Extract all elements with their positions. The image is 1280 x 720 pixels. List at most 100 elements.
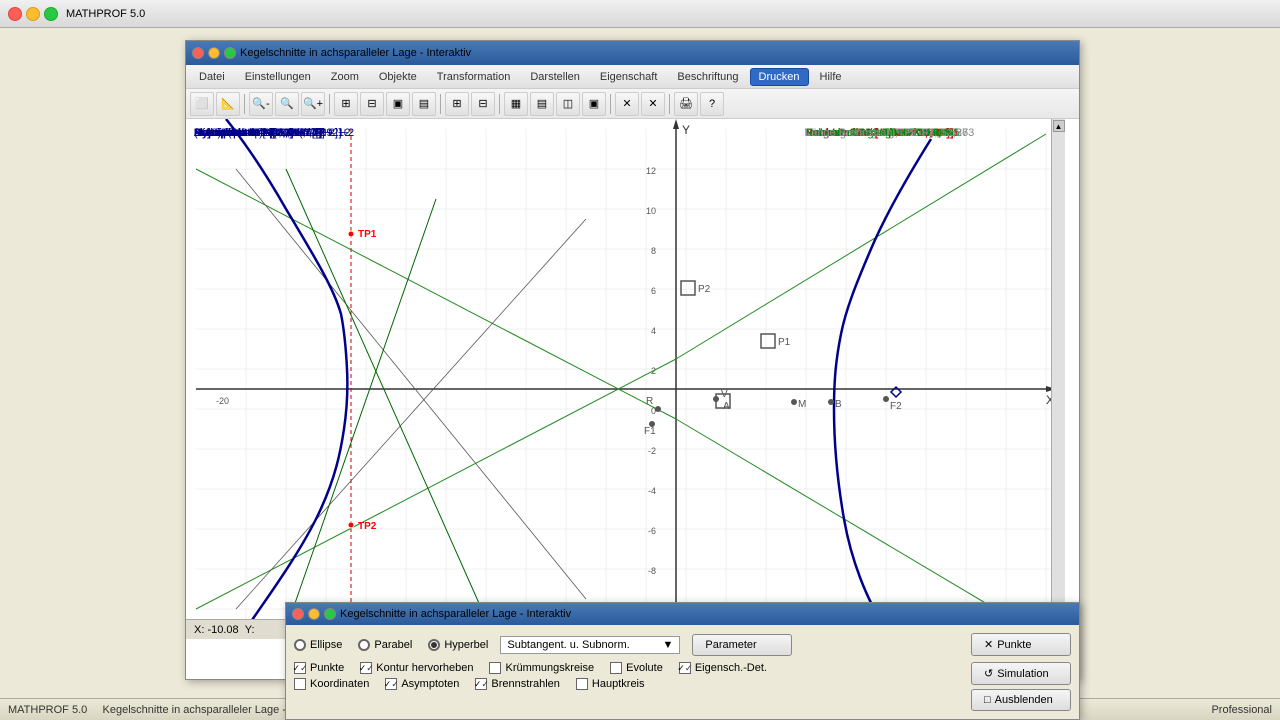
parameter-button[interactable]: Parameter: [692, 634, 792, 656]
svg-text:-4: -4: [648, 486, 656, 496]
ausblenden-button[interactable]: □ Ausblenden: [971, 689, 1071, 711]
cb-asymptoten-box: ✓: [385, 678, 397, 690]
cb-kruemmung[interactable]: Krümmungskreise: [489, 662, 594, 674]
main-min-btn[interactable]: [208, 47, 220, 59]
main-max-btn[interactable]: [224, 47, 236, 59]
cb-koordinaten[interactable]: Koordinaten: [294, 678, 369, 690]
tool-b10[interactable]: ▣: [582, 92, 606, 116]
cb-evolute[interactable]: Evolute: [610, 662, 663, 674]
svg-text:6: 6: [651, 286, 656, 296]
sep3: [440, 94, 441, 114]
cb-kontur[interactable]: ✓ Kontur hervorheben: [360, 662, 473, 674]
main-title-text: Kegelschnitte in achsparalleler Lage - I…: [240, 47, 471, 59]
close-btn[interactable]: [8, 7, 22, 21]
menu-eigenschaft[interactable]: Eigenschaft: [591, 68, 666, 86]
dialog-min-btn[interactable]: [308, 608, 320, 620]
bottom-dialog: Kegelschnitte in achsparalleler Lage - I…: [285, 602, 1080, 720]
radio-row: Ellipse Parabel Hyperbel: [294, 639, 488, 651]
status-app: MATHPROF 5.0: [8, 704, 87, 716]
simulation-button[interactable]: ↺ Simulation: [971, 662, 1071, 685]
cb-kruemmung-label: Krümmungskreise: [505, 662, 594, 674]
punkte-label: Punkte: [997, 639, 1031, 651]
tool-select[interactable]: ⬜: [190, 92, 214, 116]
tool-b1[interactable]: ⊞: [334, 92, 358, 116]
tool-coords[interactable]: 📐: [216, 92, 240, 116]
scrollbar-right[interactable]: ▲ ▼: [1051, 119, 1065, 639]
cb-brennstrahlen-box: ✓: [475, 678, 487, 690]
cb-hauptkreis[interactable]: Hauptkreis: [576, 678, 645, 690]
tool-zoom-out[interactable]: 🔍-: [249, 92, 273, 116]
cb-evolute-box: [610, 662, 622, 674]
menu-hilfe[interactable]: Hilfe: [811, 68, 851, 86]
svg-text:4: 4: [651, 326, 656, 336]
svg-text:-8: -8: [648, 566, 656, 576]
scroll-up-btn[interactable]: ▲: [1053, 120, 1065, 132]
max-btn[interactable]: [44, 7, 58, 21]
cb-kontur-box: ✓: [360, 662, 372, 674]
main-window: Kegelschnitte in achsparalleler Lage - I…: [185, 40, 1080, 680]
punkte-button[interactable]: ✕ Punkte: [971, 633, 1071, 656]
cb-eigensch[interactable]: ✓ Eigensch.-Det.: [679, 662, 767, 674]
win-controls: [8, 7, 58, 21]
cb-punkte[interactable]: ✓ Punkte: [294, 662, 344, 674]
sep5: [610, 94, 611, 114]
chevron-down-icon: ▼: [662, 639, 673, 651]
main-close-btn[interactable]: [192, 47, 204, 59]
radio-parabel[interactable]: Parabel: [358, 639, 412, 651]
parameter-btn-label: Parameter: [705, 639, 756, 651]
canvas-area[interactable]: X Y 12 10 8 6 4 2 0 -2 -4 -6 -8 -12 -20: [186, 119, 1065, 639]
tool-b6[interactable]: ⊟: [471, 92, 495, 116]
cb-evolute-label: Evolute: [626, 662, 663, 674]
radio-ellipse[interactable]: Ellipse: [294, 639, 342, 651]
cb-asymptoten-label: Asymptoten: [401, 678, 459, 690]
coord-y-label: Y:: [245, 624, 255, 636]
radio-ellipse-circle: [294, 639, 306, 651]
sep1: [244, 94, 245, 114]
svg-text:-20: -20: [216, 396, 229, 406]
checkbox-row-1: ✓ Punkte ✓ Kontur hervorheben Krümmungsk…: [294, 662, 959, 674]
radio-hyperbel[interactable]: Hyperbel: [428, 639, 488, 651]
menu-beschriftung[interactable]: Beschriftung: [668, 68, 747, 86]
menu-einstellungen[interactable]: Einstellungen: [236, 68, 320, 86]
tool-print[interactable]: 🖨: [674, 92, 698, 116]
svg-text:B: B: [835, 399, 842, 410]
tool-close2[interactable]: ✕: [641, 92, 665, 116]
sep6: [669, 94, 670, 114]
menu-transformation[interactable]: Transformation: [428, 68, 520, 86]
menu-bar: Datei Einstellungen Zoom Objekte Transfo…: [186, 65, 1079, 89]
tool-b2[interactable]: ⊟: [360, 92, 384, 116]
dialog-max-btn[interactable]: [324, 608, 336, 620]
svg-text:-6: -6: [648, 526, 656, 536]
ausblenden-icon: □: [984, 694, 991, 706]
tool-b8[interactable]: ▤: [530, 92, 554, 116]
sep4: [499, 94, 500, 114]
dialog-title-text: Kegelschnitte in achsparalleler Lage - I…: [340, 608, 571, 620]
svg-text:10: 10: [646, 206, 656, 216]
tool-b7[interactable]: ▦: [504, 92, 528, 116]
svg-text:F1: F1: [644, 426, 656, 437]
menu-datei[interactable]: Datei: [190, 68, 234, 86]
tool-zoom-reset[interactable]: 🔍+: [301, 92, 325, 116]
cb-kruemmung-box: [489, 662, 501, 674]
radio-ellipse-label: Ellipse: [310, 639, 342, 651]
dialog-close-btn[interactable]: [292, 608, 304, 620]
min-btn[interactable]: [26, 7, 40, 21]
menu-objekte[interactable]: Objekte: [370, 68, 426, 86]
mode-dropdown[interactable]: Subtangent. u. Subnorm. ▼: [500, 636, 680, 654]
tool-b4[interactable]: ▤: [412, 92, 436, 116]
tool-help[interactable]: ?: [700, 92, 724, 116]
dialog-title-bar: Kegelschnitte in achsparalleler Lage - I…: [286, 603, 1079, 625]
tool-b3[interactable]: ▣: [386, 92, 410, 116]
toolbar: ⬜ 📐 🔍- 🔍 🔍+ ⊞ ⊟ ▣ ▤ ⊞ ⊟ ▦ ▤ ◫ ▣ ✕ ✕ 🖨 ?: [186, 89, 1079, 119]
asymptote-2: Asymptote 2: Y = -1,286·[X+2]+2: [194, 127, 354, 139]
cb-brennstrahlen[interactable]: ✓ Brennstrahlen: [475, 678, 560, 690]
brennstrahl-f2: Länge Brennstrahl TP1-F2: 12,273: [805, 127, 974, 139]
tool-b5[interactable]: ⊞: [445, 92, 469, 116]
menu-drucken[interactable]: Drucken: [750, 68, 809, 86]
tool-zoom-in[interactable]: 🔍: [275, 92, 299, 116]
menu-darstellen[interactable]: Darstellen: [521, 68, 589, 86]
cb-asymptoten[interactable]: ✓ Asymptoten: [385, 678, 459, 690]
tool-b9[interactable]: ◫: [556, 92, 580, 116]
tool-close1[interactable]: ✕: [615, 92, 639, 116]
menu-zoom[interactable]: Zoom: [322, 68, 368, 86]
